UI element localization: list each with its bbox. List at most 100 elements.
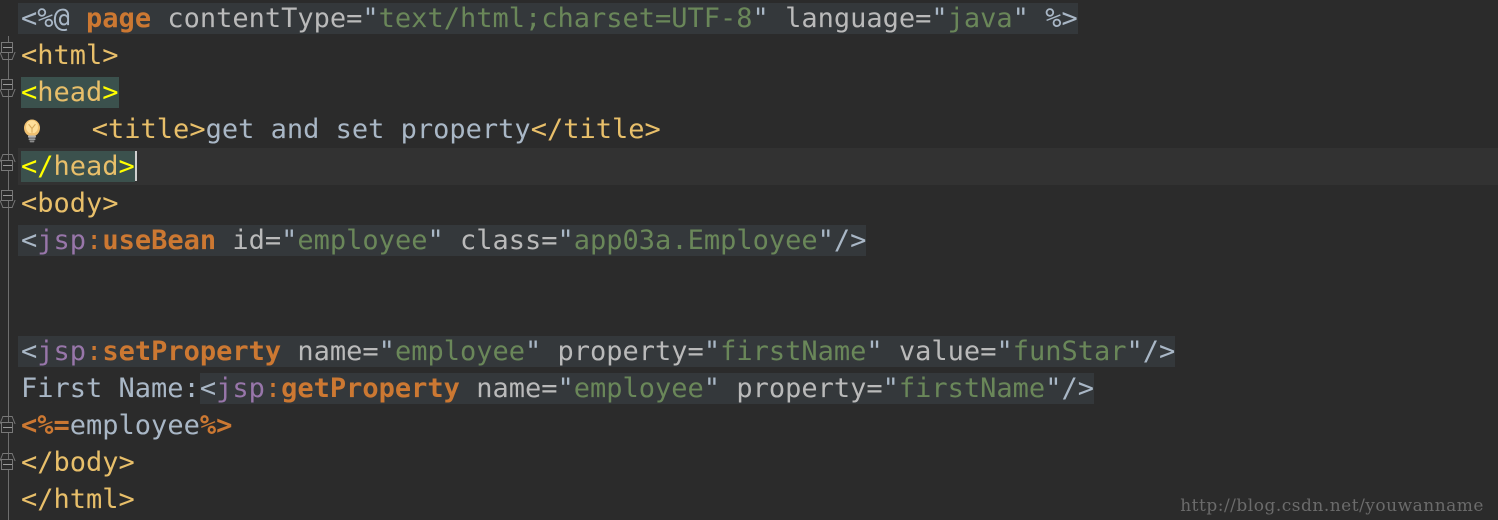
code-line-10[interactable]: <jsp:setProperty name="employee" propert…: [18, 333, 1498, 370]
token-tag-body-open: <body>: [21, 188, 119, 219]
watermark-url: http://blog.csdn.net/youwanname: [1180, 496, 1484, 516]
fold-marker-head[interactable]: [1, 79, 16, 92]
token-attr-id: id=: [216, 225, 282, 256]
code-line-3-content: <head>: [18, 77, 119, 108]
token-bracket-head-open: <: [21, 77, 38, 108]
token-namespace-jsp: jsp: [37, 336, 87, 367]
token-tag-body-close: </body>: [21, 447, 135, 478]
code-line-8[interactable]: [18, 259, 1498, 296]
token-tag-selfclose: />: [1142, 336, 1176, 367]
token-tag-title-close: </title>: [530, 114, 661, 145]
token-string-property: firstName: [898, 373, 1046, 404]
token-string-id: employee: [297, 225, 428, 256]
token-directive-open: <%@: [21, 3, 70, 34]
code-line-12-content: <%=employee%>: [18, 410, 232, 441]
token-string-class: app03a.Employee: [573, 225, 818, 256]
token-attr-name: name=: [281, 336, 379, 367]
token-tag-open-bracket: <: [21, 225, 38, 256]
token-expression-open: <%=: [21, 410, 70, 441]
token-attr-language: language=: [768, 3, 932, 34]
token-tag-selfclose: />: [833, 225, 867, 256]
code-line-10-content: <jsp:setProperty name="employee" propert…: [18, 336, 1176, 367]
token-tagname-getproperty: getProperty: [281, 373, 460, 404]
fold-tail-icon: [1, 89, 13, 98]
code-line-6-content: <body>: [18, 188, 119, 219]
token-quote: ": [378, 336, 395, 367]
code-line-4[interactable]: <title>get and set property</title>: [18, 111, 1498, 148]
token-colon: :: [86, 225, 103, 256]
token-tagname-head: head: [37, 77, 103, 108]
code-line-11[interactable]: First Name:<jsp:getProperty name="employ…: [18, 370, 1498, 407]
fold-minus-icon: [3, 427, 12, 428]
code-line-12[interactable]: <%=employee%>: [18, 407, 1498, 444]
fold-marker-body[interactable]: [1, 190, 16, 203]
token-quote: ": [1045, 373, 1062, 404]
token-tagname-head-end: head: [53, 151, 119, 182]
token-directive-keyword: page: [86, 3, 152, 34]
token-label-first-name: First Name:: [21, 373, 200, 404]
token-quote: ": [752, 3, 769, 34]
token-string-name: employee: [394, 336, 525, 367]
token-namespace-jsp: jsp: [37, 225, 87, 256]
token-tag-title-open: <title>: [91, 114, 206, 145]
token-attr-value: value=: [882, 336, 997, 367]
fold-marker-html-end[interactable]: [1, 453, 16, 473]
fold-minus-icon: [3, 84, 12, 85]
fold-minus-icon: [3, 464, 12, 465]
token-tagname-usebean: useBean: [102, 225, 217, 256]
fold-marker-html[interactable]: [1, 42, 16, 55]
token-tag-open-bracket: <: [21, 336, 38, 367]
token-quote: ": [557, 225, 574, 256]
token-quote: ": [524, 336, 542, 367]
code-line-13[interactable]: </body>: [18, 444, 1498, 481]
code-line-2[interactable]: <html>: [18, 37, 1498, 74]
fold-minus-icon: [3, 165, 12, 166]
token-title-text: get and set property: [205, 114, 531, 145]
folding-gutter[interactable]: [0, 0, 18, 520]
token-colon: :: [86, 336, 103, 367]
token-expression-close: %>: [199, 410, 233, 441]
code-content[interactable]: <%@ page contentType="text/html;charset=…: [0, 0, 1498, 520]
token-quote: ": [1126, 336, 1143, 367]
token-tag-selfclose: />: [1061, 373, 1094, 404]
code-editor[interactable]: <%@ page contentType="text/html;charset=…: [0, 0, 1498, 520]
token-string-property: firstName: [720, 336, 867, 367]
token-quote: ": [996, 336, 1013, 367]
code-line-3[interactable]: <head>: [18, 74, 1498, 111]
token-bracket-head-end-open: </: [21, 151, 54, 182]
token-quote: ": [362, 3, 379, 34]
code-line-9-content: [18, 299, 21, 330]
code-line-7[interactable]: <jsp:useBean id="employee" class="app03a…: [18, 222, 1498, 259]
token-quote: ": [557, 373, 574, 404]
fold-minus-icon: [3, 47, 12, 48]
token-string-name: employee: [573, 373, 704, 404]
token-namespace-jsp: jsp: [216, 373, 265, 404]
intention-lightbulb-icon[interactable]: [21, 117, 43, 143]
code-line-9[interactable]: [18, 296, 1498, 333]
text-caret: [134, 151, 137, 181]
code-line-14-content: </html>: [18, 484, 135, 515]
fold-minus-icon: [3, 195, 12, 196]
fold-marker-head-end[interactable]: [1, 154, 16, 174]
code-line-5-content: </head>: [18, 151, 137, 182]
code-line-5[interactable]: </head>: [0, 148, 1498, 185]
code-line-2-content: <html>: [18, 40, 119, 71]
token-quote: ": [427, 225, 444, 256]
code-line-1[interactable]: <%@ page contentType="text/html;charset=…: [18, 0, 1498, 37]
fold-marker-body-end[interactable]: [1, 416, 16, 436]
token-expression-employee: employee: [69, 410, 200, 441]
token-quote: ": [866, 336, 883, 367]
token-attr-contenttype: contentType=: [151, 3, 363, 34]
token-quote: ": [931, 3, 948, 34]
code-line-7-content: <jsp:useBean id="employee" class="app03a…: [18, 225, 867, 256]
token-tag-open-bracket: <: [199, 373, 217, 404]
token-colon: :: [264, 373, 282, 404]
token-quote: ": [817, 225, 834, 256]
token-quote: ": [882, 373, 899, 404]
token-attr-property: property=: [720, 373, 883, 404]
token-quote: ": [281, 225, 298, 256]
code-line-6[interactable]: <body>: [18, 185, 1498, 222]
token-directive-close: %>: [1028, 3, 1078, 34]
